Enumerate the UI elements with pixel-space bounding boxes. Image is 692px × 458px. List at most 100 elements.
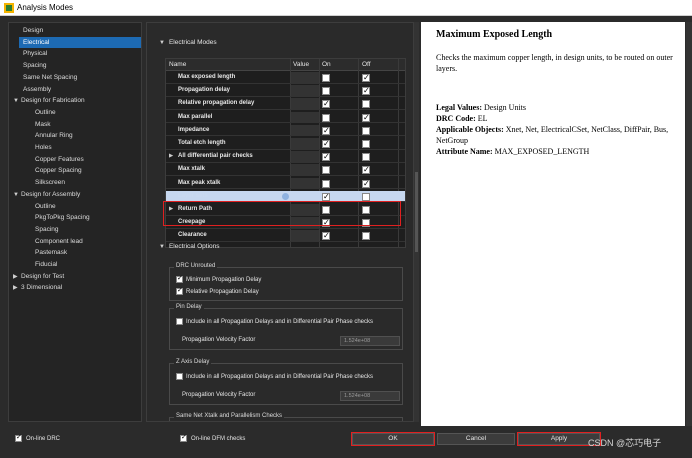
z-axis-delay-legend: Z Axis Delay	[174, 359, 212, 365]
tree-item[interactable]: Silkscreen	[35, 177, 65, 188]
off-checkbox[interactable]	[362, 73, 370, 83]
online-dfm-checkbox[interactable]	[180, 434, 187, 442]
pin-delay-include-checkbox[interactable]	[176, 318, 183, 325]
online-dfm-option[interactable]: On-line DFM checks	[180, 434, 245, 442]
electrical-options-header[interactable]: ▼ Electrical Options	[159, 241, 220, 253]
on-checkbox[interactable]	[322, 99, 330, 109]
on-checkbox[interactable]	[322, 166, 330, 175]
z-axis-include-option[interactable]: Include in all Propagation Delays and in…	[176, 373, 373, 380]
tree-item[interactable]: Outline	[35, 107, 56, 118]
row-value-cell[interactable]	[291, 124, 319, 136]
row-value-cell[interactable]	[291, 85, 319, 96]
col-value-header[interactable]: Value	[293, 61, 309, 68]
tree-item[interactable]: Copper Features	[35, 154, 84, 165]
row-name: Impedance	[178, 126, 210, 133]
on-checkbox[interactable]	[322, 139, 330, 149]
z-axis-velocity-field[interactable]: 1.524e+08	[340, 391, 400, 401]
on-checkbox[interactable]	[322, 231, 330, 241]
expanded-arrow-icon[interactable]: ▼	[13, 96, 21, 107]
grid-row[interactable]: Max xtalk	[166, 164, 405, 176]
tree-item[interactable]: ▶ 3 Dimensional	[13, 282, 62, 293]
main-scrollbar-thumb[interactable]	[415, 172, 418, 252]
online-drc-option[interactable]: On-line DRC	[15, 434, 60, 442]
on-checkbox[interactable]	[322, 192, 330, 202]
tree-item[interactable]: Spacing	[35, 224, 59, 235]
on-checkbox[interactable]	[322, 87, 330, 96]
online-drc-checkbox[interactable]	[15, 434, 22, 442]
tree-item[interactable]: Same Net Spacing	[23, 72, 77, 83]
grid-row[interactable]: Max parallel	[166, 111, 405, 124]
tree-item[interactable]: ▼ Design for Assembly	[13, 189, 80, 200]
on-checkbox[interactable]	[322, 113, 330, 122]
on-checkbox[interactable]	[322, 74, 330, 82]
grid-row[interactable]: Max peak xtalk	[166, 177, 405, 190]
electrical-modes-header[interactable]: ▼ Electrical Modes	[159, 37, 217, 49]
grid-row[interactable]: Total etch length	[166, 138, 405, 150]
row-name: Max exposed length	[178, 74, 236, 80]
tree-item[interactable]: Fiducial	[35, 259, 57, 270]
on-checkbox[interactable]	[322, 179, 330, 188]
pin-delay-include-option[interactable]: Include in all Propagation Delays and in…	[176, 318, 373, 325]
tree-item[interactable]: Electrical	[19, 36, 141, 48]
off-checkbox[interactable]	[362, 100, 370, 109]
on-checkbox[interactable]	[322, 152, 330, 162]
col-name-header[interactable]: Name	[169, 61, 186, 68]
row-value-cell[interactable]	[291, 72, 319, 83]
off-checkbox[interactable]	[362, 113, 370, 123]
off-checkbox[interactable]	[362, 126, 370, 135]
on-checkbox[interactable]	[322, 126, 330, 136]
grid-row[interactable]: Propagation delay	[166, 85, 405, 97]
off-checkbox[interactable]	[362, 192, 370, 201]
row-name: Max peak xtalk	[178, 179, 221, 186]
row-value-cell[interactable]	[291, 164, 319, 175]
row-value-cell[interactable]	[291, 190, 319, 202]
collapsed-arrow-icon[interactable]: ▶	[13, 272, 21, 283]
min-prop-delay-option[interactable]: Minimum Propagation Delay	[176, 275, 261, 283]
tree-item[interactable]: Holes	[35, 142, 52, 153]
row-value-cell[interactable]	[291, 111, 319, 123]
off-checkbox[interactable]	[362, 153, 370, 162]
expand-arrow-icon[interactable]: ▶	[169, 153, 173, 159]
tree-item[interactable]: Outline	[35, 201, 56, 212]
tree-item[interactable]: PkgToPkg Spacing	[35, 212, 90, 223]
tree-item[interactable]: Assembly	[23, 84, 51, 95]
row-value-cell[interactable]	[291, 177, 319, 189]
col-off-header[interactable]: Off	[362, 61, 371, 68]
min-prop-delay-checkbox[interactable]	[176, 275, 183, 283]
row-value-cell[interactable]	[291, 151, 319, 162]
category-tree: Design Electrical Physical Spacing Same Net …	[8, 22, 142, 422]
tree-item[interactable]: Copper Spacing	[35, 165, 82, 176]
main-scrollbar[interactable]	[414, 22, 419, 422]
row-value-cell[interactable]	[291, 138, 319, 149]
pin-delay-velocity-field[interactable]: 1.524e+08	[340, 336, 400, 346]
grid-row[interactable]: Max exposed length	[166, 72, 405, 84]
grid-row[interactable]: ▶ All differential pair checks	[166, 151, 405, 163]
off-checkbox[interactable]	[362, 232, 370, 241]
grid-row[interactable]: Impedance	[166, 124, 405, 137]
tree-item[interactable]: ▼ Design for Fabrication	[13, 95, 85, 106]
expanded-arrow-icon[interactable]: ▼	[13, 190, 21, 201]
rel-prop-delay-checkbox[interactable]	[176, 287, 183, 295]
tree-item[interactable]: Annular Ring	[35, 130, 73, 141]
row-value-cell[interactable]	[291, 98, 319, 109]
tree-item[interactable]: Component lead	[35, 236, 83, 247]
tree-item[interactable]: ▶ Design for Test	[13, 271, 64, 282]
col-on-header[interactable]: On	[322, 61, 331, 68]
rel-prop-delay-option[interactable]: Relative Propagation Delay	[176, 287, 259, 295]
tree-item[interactable]: Pastemask	[35, 247, 67, 258]
z-axis-include-checkbox[interactable]	[176, 373, 183, 380]
off-checkbox[interactable]	[362, 179, 370, 189]
tree-item[interactable]: Physical	[23, 48, 47, 59]
cancel-button[interactable]: Cancel	[437, 433, 515, 445]
collapsed-arrow-icon[interactable]: ▶	[13, 283, 21, 294]
grid-row[interactable]: Relative propagation delay	[166, 98, 405, 110]
off-checkbox[interactable]	[362, 86, 370, 96]
row-value-cell[interactable]	[291, 230, 319, 241]
off-checkbox[interactable]	[362, 165, 370, 175]
ok-button[interactable]: OK	[351, 432, 435, 446]
tree-item[interactable]: Spacing	[23, 60, 47, 71]
tree-item[interactable]: Mask	[35, 119, 51, 130]
tree-item[interactable]: Design	[23, 25, 43, 36]
off-checkbox[interactable]	[362, 140, 370, 148]
help-scrollbar[interactable]	[686, 22, 692, 426]
